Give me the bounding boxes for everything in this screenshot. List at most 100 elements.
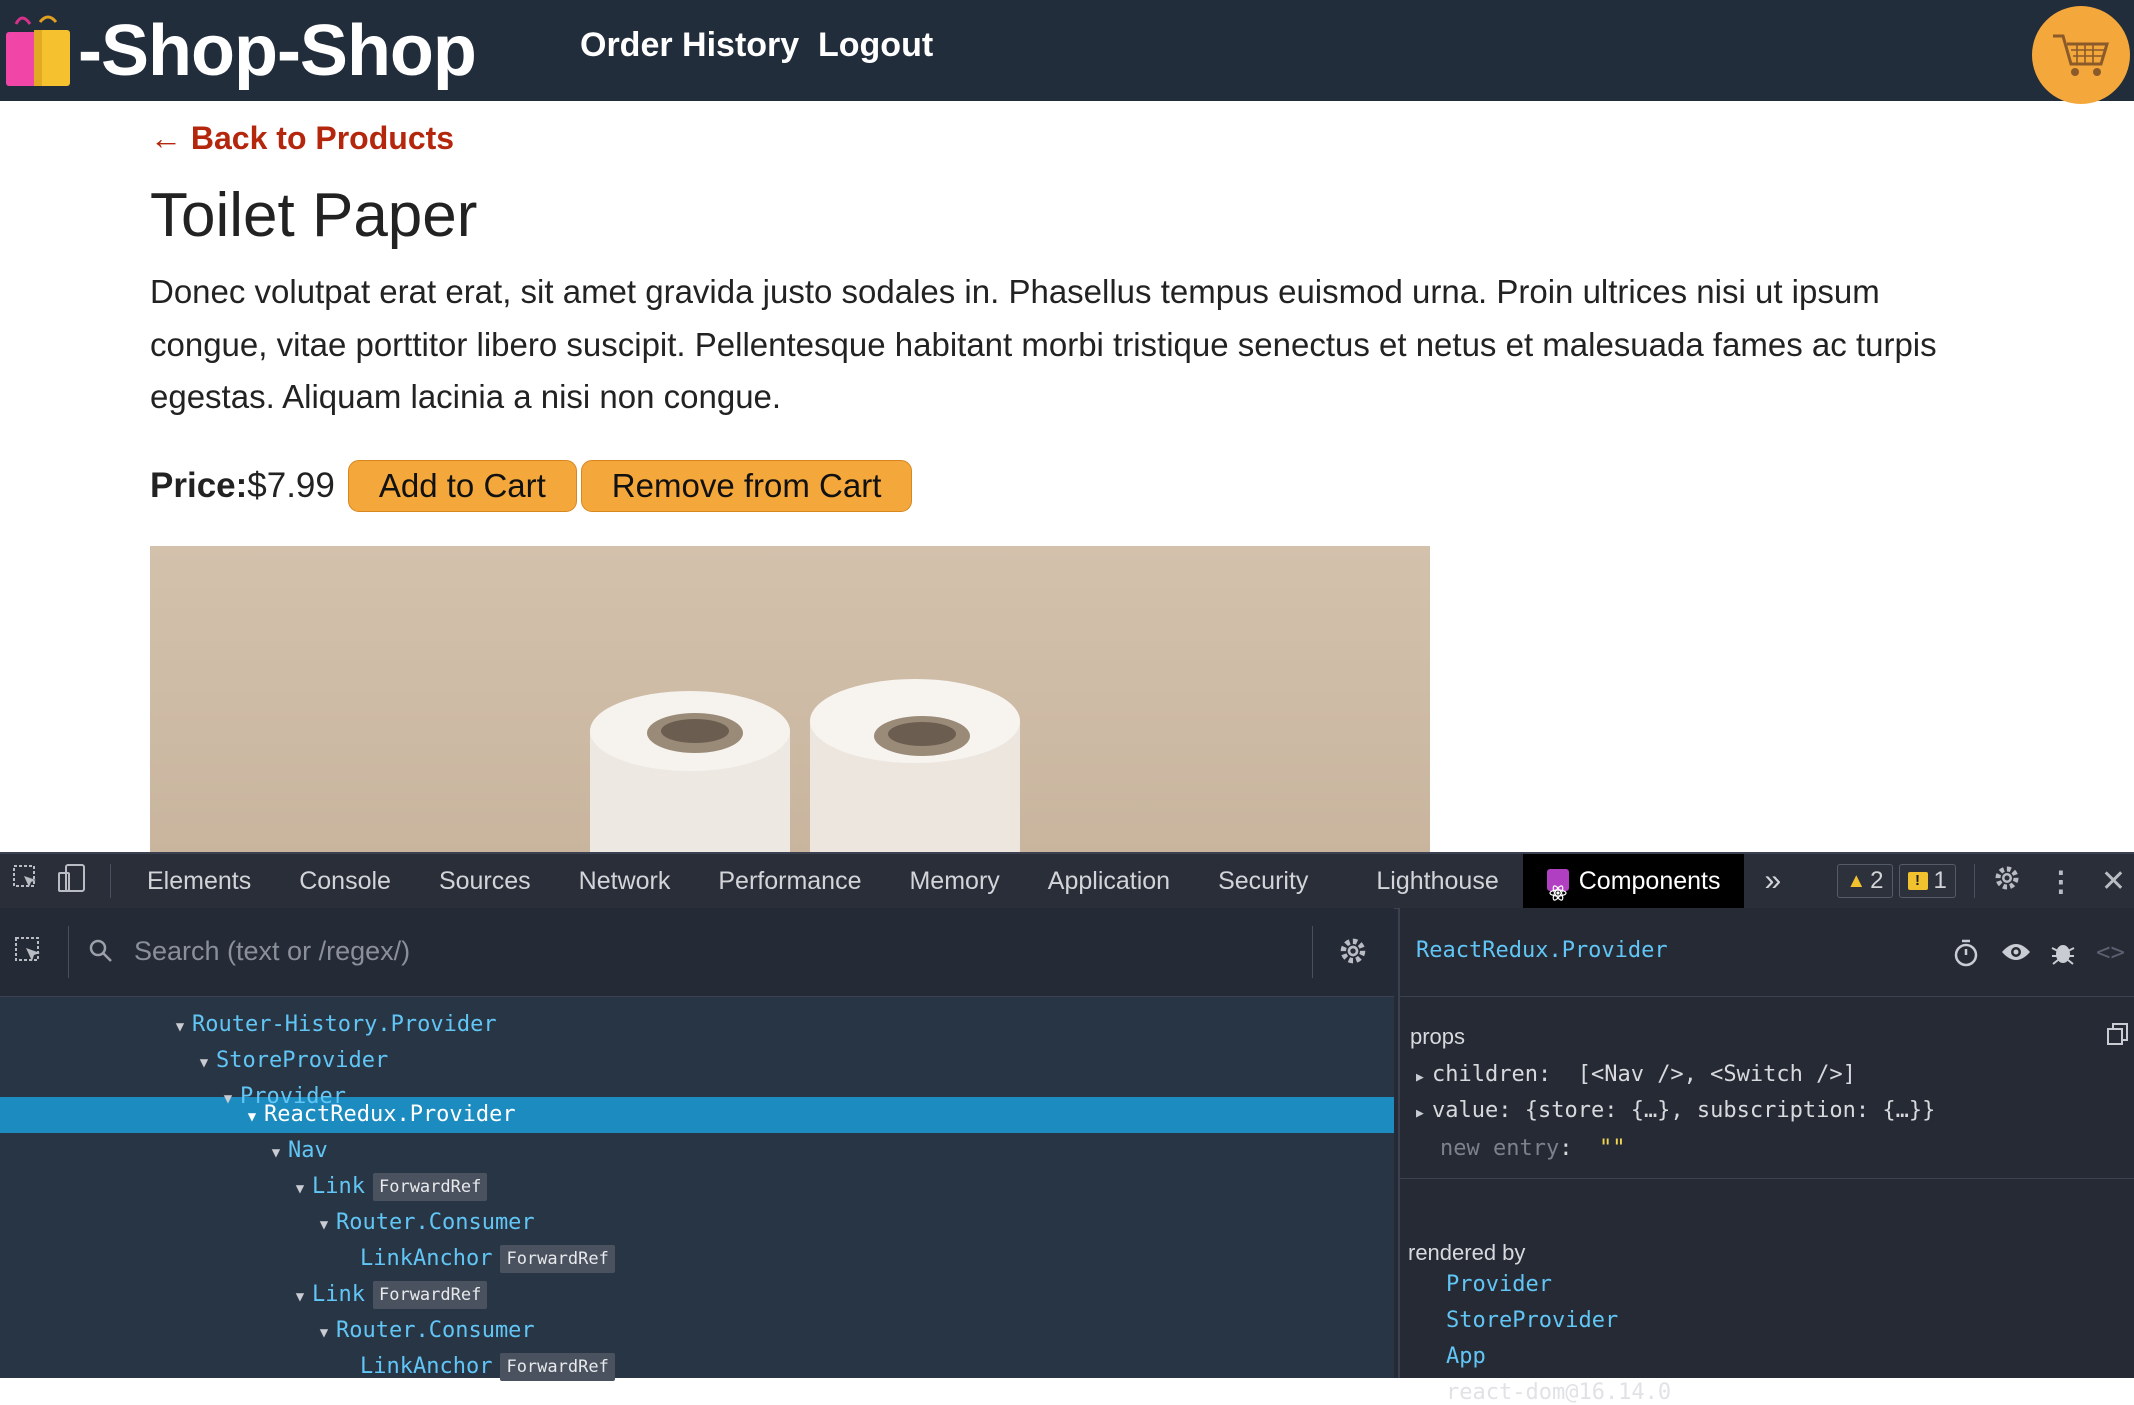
tab-network[interactable]: Network: [555, 854, 695, 908]
details-header: ReactRedux.Provider <>: [1400, 908, 2134, 997]
tab-lighthouse[interactable]: Lighthouse: [1352, 854, 1522, 908]
select-component-icon[interactable]: [14, 936, 46, 973]
warnings-count: 2: [1870, 867, 1884, 894]
settings-gear-icon[interactable]: [1993, 864, 2021, 899]
prop-key: value:: [1432, 1098, 1512, 1123]
collapse-arrow-icon[interactable]: ▼: [240, 1099, 264, 1135]
more-options-icon[interactable]: ⋮: [2047, 865, 2075, 898]
tree-node-label: LinkAnchor: [360, 1354, 493, 1379]
tree-node-label: StoreProvider: [216, 1048, 389, 1073]
price-label: Price:: [150, 466, 248, 505]
price-value: $7.99: [247, 466, 335, 505]
close-devtools-icon[interactable]: ✕: [2101, 864, 2126, 899]
device-toolbar-icon[interactable]: [46, 863, 98, 900]
tab-security[interactable]: Security: [1194, 854, 1352, 908]
view-source-icon[interactable]: <>: [2096, 938, 2125, 966]
tree-node[interactable]: ▼ Router.Consumer: [312, 1313, 535, 1349]
product-image: [150, 546, 1430, 852]
collapse-arrow-icon[interactable]: ▼: [264, 1135, 288, 1171]
issues-badge[interactable]: ! 1: [1898, 864, 1956, 898]
search-icon: [88, 938, 114, 969]
react-icon: [1546, 869, 1569, 902]
tree-node-label: LinkAnchor: [360, 1246, 493, 1271]
rendered-by-app[interactable]: App: [1446, 1344, 1486, 1369]
new-entry-row[interactable]: new entry: "": [1440, 1136, 1625, 1161]
issue-icon: !: [1907, 872, 1928, 890]
inspect-element-icon[interactable]: [6, 864, 46, 899]
order-history-link[interactable]: Order History: [580, 26, 799, 65]
tree-node[interactable]: ▼ Router.Consumer: [312, 1205, 535, 1241]
logout-link[interactable]: Logout: [818, 26, 933, 65]
tree-node-label: Router.Consumer: [336, 1318, 535, 1343]
collapse-arrow-icon[interactable]: ▼: [312, 1207, 336, 1243]
prop-children[interactable]: ▶ children: [<Nav />, <Switch />]: [1416, 1062, 1856, 1087]
tree-node[interactable]: LinkAnchor ForwardRef: [336, 1241, 615, 1277]
devtools-panel: Elements Console Sources Network Perform…: [0, 852, 2134, 1405]
prop-value: [<Nav />, <Switch />]: [1577, 1062, 1856, 1087]
tree-node[interactable]: LinkAnchor ForwardRef: [336, 1349, 615, 1385]
tree-node-label: Link: [312, 1174, 365, 1199]
rendered-by-provider[interactable]: Provider: [1446, 1272, 1552, 1297]
back-to-products-link[interactable]: ← Back to Products: [150, 120, 454, 157]
prop-value: {store: {…}, subscription: {…}}: [1524, 1098, 1936, 1123]
search-row: Search (text or /regex/): [0, 908, 1394, 997]
tree-node-label: Router-History.Provider: [192, 1012, 497, 1037]
warning-icon: ▲: [1846, 869, 1867, 892]
prop-value-row[interactable]: ▶ value: {store: {…}, subscription: {…}}: [1416, 1098, 1935, 1123]
new-entry-value[interactable]: "": [1599, 1136, 1626, 1161]
component-details-pane: ReactRedux.Provider <> props ▶ children: …: [1398, 908, 2134, 1405]
copy-icon[interactable]: [2106, 1022, 2130, 1051]
forwardref-badge: ForwardRef: [500, 1353, 615, 1381]
eye-icon[interactable]: [2000, 940, 2032, 969]
add-to-cart-button[interactable]: Add to Cart: [347, 460, 577, 512]
collapse-arrow-icon[interactable]: ▼: [216, 1081, 240, 1117]
product-description: Donec volutpat erat erat, sit amet gravi…: [150, 273, 1937, 415]
selected-component-name: ReactRedux.Provider: [1416, 938, 1668, 963]
bug-icon[interactable]: [2050, 938, 2076, 971]
tree-node[interactable]: ▼ StoreProvider: [192, 1043, 388, 1079]
collapse-arrow-icon[interactable]: ▼: [288, 1279, 312, 1315]
rendered-by-label: rendered by: [1408, 1240, 1526, 1265]
collapse-arrow-icon[interactable]: ▼: [168, 1009, 192, 1045]
more-tabs-icon[interactable]: »: [1744, 854, 1801, 908]
forwardref-badge: ForwardRef: [372, 1173, 488, 1201]
tab-components[interactable]: Components: [1522, 854, 1745, 908]
tree-node-label: Nav: [288, 1138, 328, 1163]
shopping-cart-icon: [2053, 34, 2110, 76]
cart-button[interactable]: [2032, 6, 2130, 104]
warnings-badge[interactable]: ▲ 2: [1837, 864, 1893, 898]
tree-node-selected[interactable]: ▼ ReactRedux.Provider: [240, 1097, 516, 1133]
collapse-arrow-icon[interactable]: ▼: [192, 1045, 216, 1081]
tree-node[interactable]: ▼ Link ForwardRef: [288, 1277, 488, 1315]
forwardref-badge: ForwardRef: [372, 1281, 488, 1309]
tab-performance[interactable]: Performance: [694, 854, 885, 908]
tab-memory[interactable]: Memory: [885, 854, 1023, 908]
tab-sources[interactable]: Sources: [415, 854, 555, 908]
price-row: Price: $7.99 Add to Cart Remove from Car…: [150, 460, 916, 512]
devtools-tabbar: Elements Console Sources Network Perform…: [0, 852, 2134, 909]
tree-node[interactable]: ▼ Router-History.Provider: [168, 1007, 497, 1043]
brand[interactable]: -Shop-Shop: [4, 0, 477, 101]
tree-node[interactable]: ▼ Nav: [264, 1133, 328, 1169]
search-input[interactable]: Search (text or /regex/): [134, 936, 410, 967]
stopwatch-icon[interactable]: [1952, 938, 1980, 973]
tree-node[interactable]: ▼ Link ForwardRef: [288, 1169, 488, 1207]
expand-arrow-icon[interactable]: ▶: [1416, 1070, 1432, 1085]
tab-console[interactable]: Console: [275, 854, 415, 908]
remove-from-cart-button[interactable]: Remove from Cart: [580, 460, 913, 512]
tab-elements[interactable]: Elements: [123, 854, 275, 908]
components-tree-pane: Search (text or /regex/) ▼ Router-History…: [0, 908, 1394, 1381]
collapse-arrow-icon[interactable]: ▼: [288, 1171, 312, 1207]
expand-arrow-icon[interactable]: ▶: [1416, 1106, 1432, 1121]
react-dom-version: react-dom@16.14.0: [1446, 1380, 1672, 1405]
top-navbar: -Shop-Shop Order History Logout: [0, 0, 2134, 104]
tab-application[interactable]: Application: [1024, 854, 1194, 908]
rendered-by-storeprovider[interactable]: StoreProvider: [1446, 1308, 1618, 1333]
selected-row-highlight: [0, 1097, 1394, 1133]
tab-components-label: Components: [1578, 867, 1721, 895]
tree-node-label: Router.Consumer: [336, 1210, 535, 1235]
new-entry-label: new entry: [1440, 1136, 1560, 1161]
forwardref-badge: ForwardRef: [500, 1245, 615, 1273]
tree-settings-gear-icon[interactable]: [1338, 936, 1368, 971]
collapse-arrow-icon[interactable]: ▼: [312, 1315, 336, 1351]
